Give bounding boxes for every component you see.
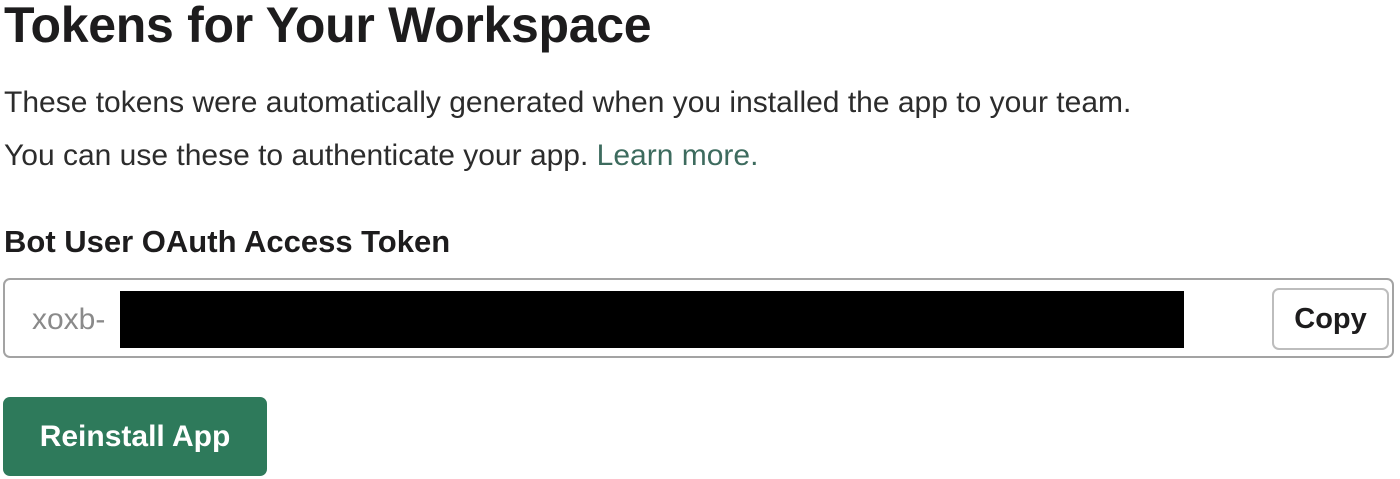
copy-button[interactable]: Copy <box>1272 288 1389 350</box>
token-redaction-bar <box>120 291 1184 348</box>
token-field[interactable]: xoxb- Copy <box>3 278 1394 358</box>
token-value-prefix[interactable]: xoxb- <box>32 298 105 342</box>
learn-more-link[interactable]: Learn more. <box>597 139 759 172</box>
description: These tokens were automatically generate… <box>4 76 1384 182</box>
reinstall-app-button[interactable]: Reinstall App <box>3 397 267 476</box>
description-line-2-text: You can use these to authenticate your a… <box>4 139 589 172</box>
page-title: Tokens for Your Workspace <box>4 0 652 53</box>
description-line-1: These tokens were automatically generate… <box>4 86 1132 119</box>
token-label: Bot User OAuth Access Token <box>4 224 451 259</box>
description-line-2: You can use these to authenticate your a… <box>4 129 1384 182</box>
